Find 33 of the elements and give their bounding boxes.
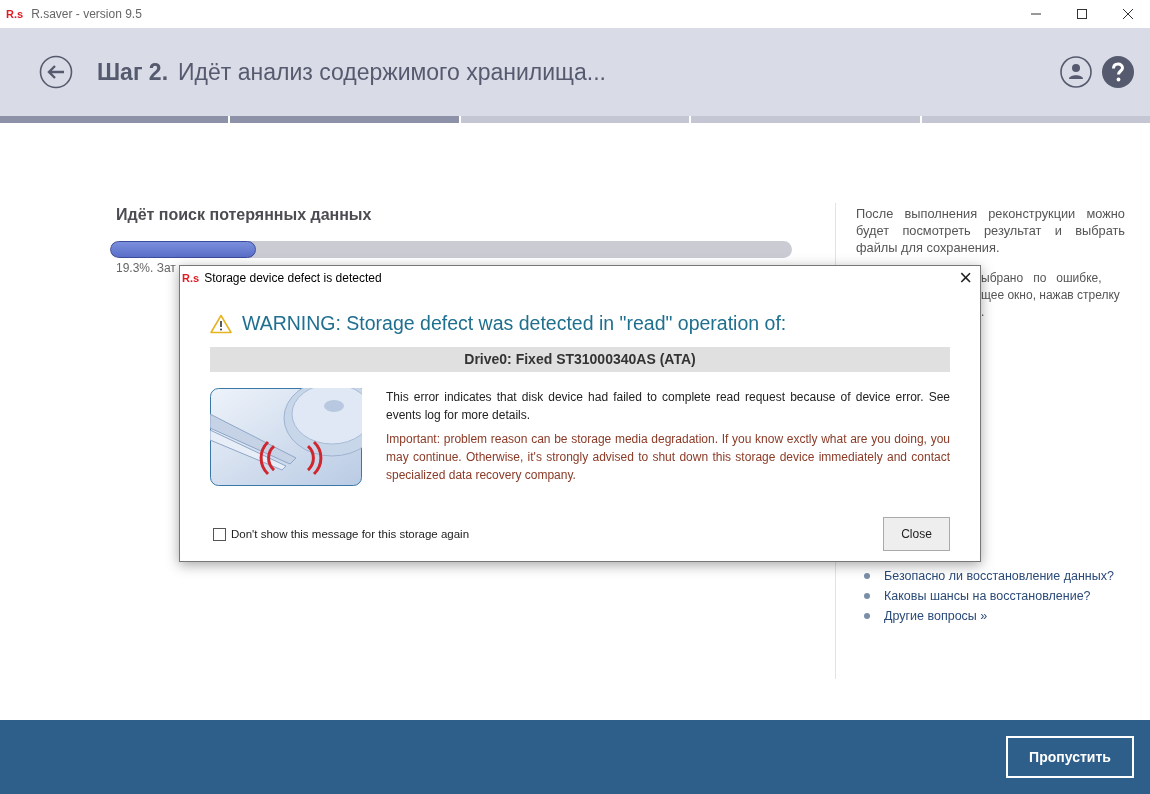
checkbox-label[interactable]: Don't show this message for this storage again xyxy=(231,528,470,540)
info-text: ыбрано по ошибке, xyxy=(981,270,1103,287)
skip-button[interactable]: Пропустить xyxy=(1006,736,1134,778)
help-link[interactable]: Безопасно ли восстановление данных? xyxy=(884,569,1114,583)
page-title: Идёт анализ содержимого хранилища... xyxy=(178,58,606,86)
bullet-icon xyxy=(864,613,870,619)
help-icon[interactable] xyxy=(1102,56,1134,88)
step-label: Шаг 2. xyxy=(97,58,169,86)
back-icon[interactable] xyxy=(39,55,73,89)
drive-name: Drive0: Fixed ST31000340AS (ATA) xyxy=(210,347,950,372)
progress-status: 19.3%. Зат xyxy=(116,261,177,275)
info-text: После выполнения реконструкции можно будет посмотреть результат и выбрать файлы для сохранения. xyxy=(856,205,1125,256)
warning-heading: WARNING: Storage defect was detected in "read" operation of: xyxy=(242,312,787,335)
user-icon[interactable] xyxy=(1060,56,1092,88)
close-icon[interactable] xyxy=(1122,8,1134,20)
app-logo: R.s xyxy=(182,272,200,284)
help-link[interactable]: Каковы шансы на восстановление? xyxy=(884,589,1091,603)
help-link[interactable]: Другие вопросы » xyxy=(884,609,988,623)
important-note: Important: problem reason can be storage media degradation. If you know exctly what are you doing, you may continue. Otherwise, it's strongly advised to shut down this storage device immediately and contact specialized data recovery company. xyxy=(386,431,950,484)
dialog-title: Storage device defect is detected xyxy=(204,271,382,285)
section-heading: Идёт поиск потерянных данных xyxy=(116,206,373,224)
bullet-icon xyxy=(864,593,870,599)
maximize-icon[interactable] xyxy=(1076,8,1088,20)
close-button[interactable]: Close xyxy=(883,517,950,551)
error-message: This error indicates that disk device had failed to complete read request because of device error. See events log for more details. xyxy=(386,389,950,424)
info-text: . xyxy=(981,304,986,321)
bullet-icon xyxy=(864,573,870,579)
info-text: щее окно, нажав стрелку xyxy=(981,287,1121,304)
close-button[interactable]: × xyxy=(959,268,972,288)
window-title: R.saver - version 9.5 xyxy=(31,7,142,21)
checkbox[interactable] xyxy=(213,527,226,541)
warning-icon xyxy=(210,313,232,334)
app-logo: R.s xyxy=(6,8,24,20)
